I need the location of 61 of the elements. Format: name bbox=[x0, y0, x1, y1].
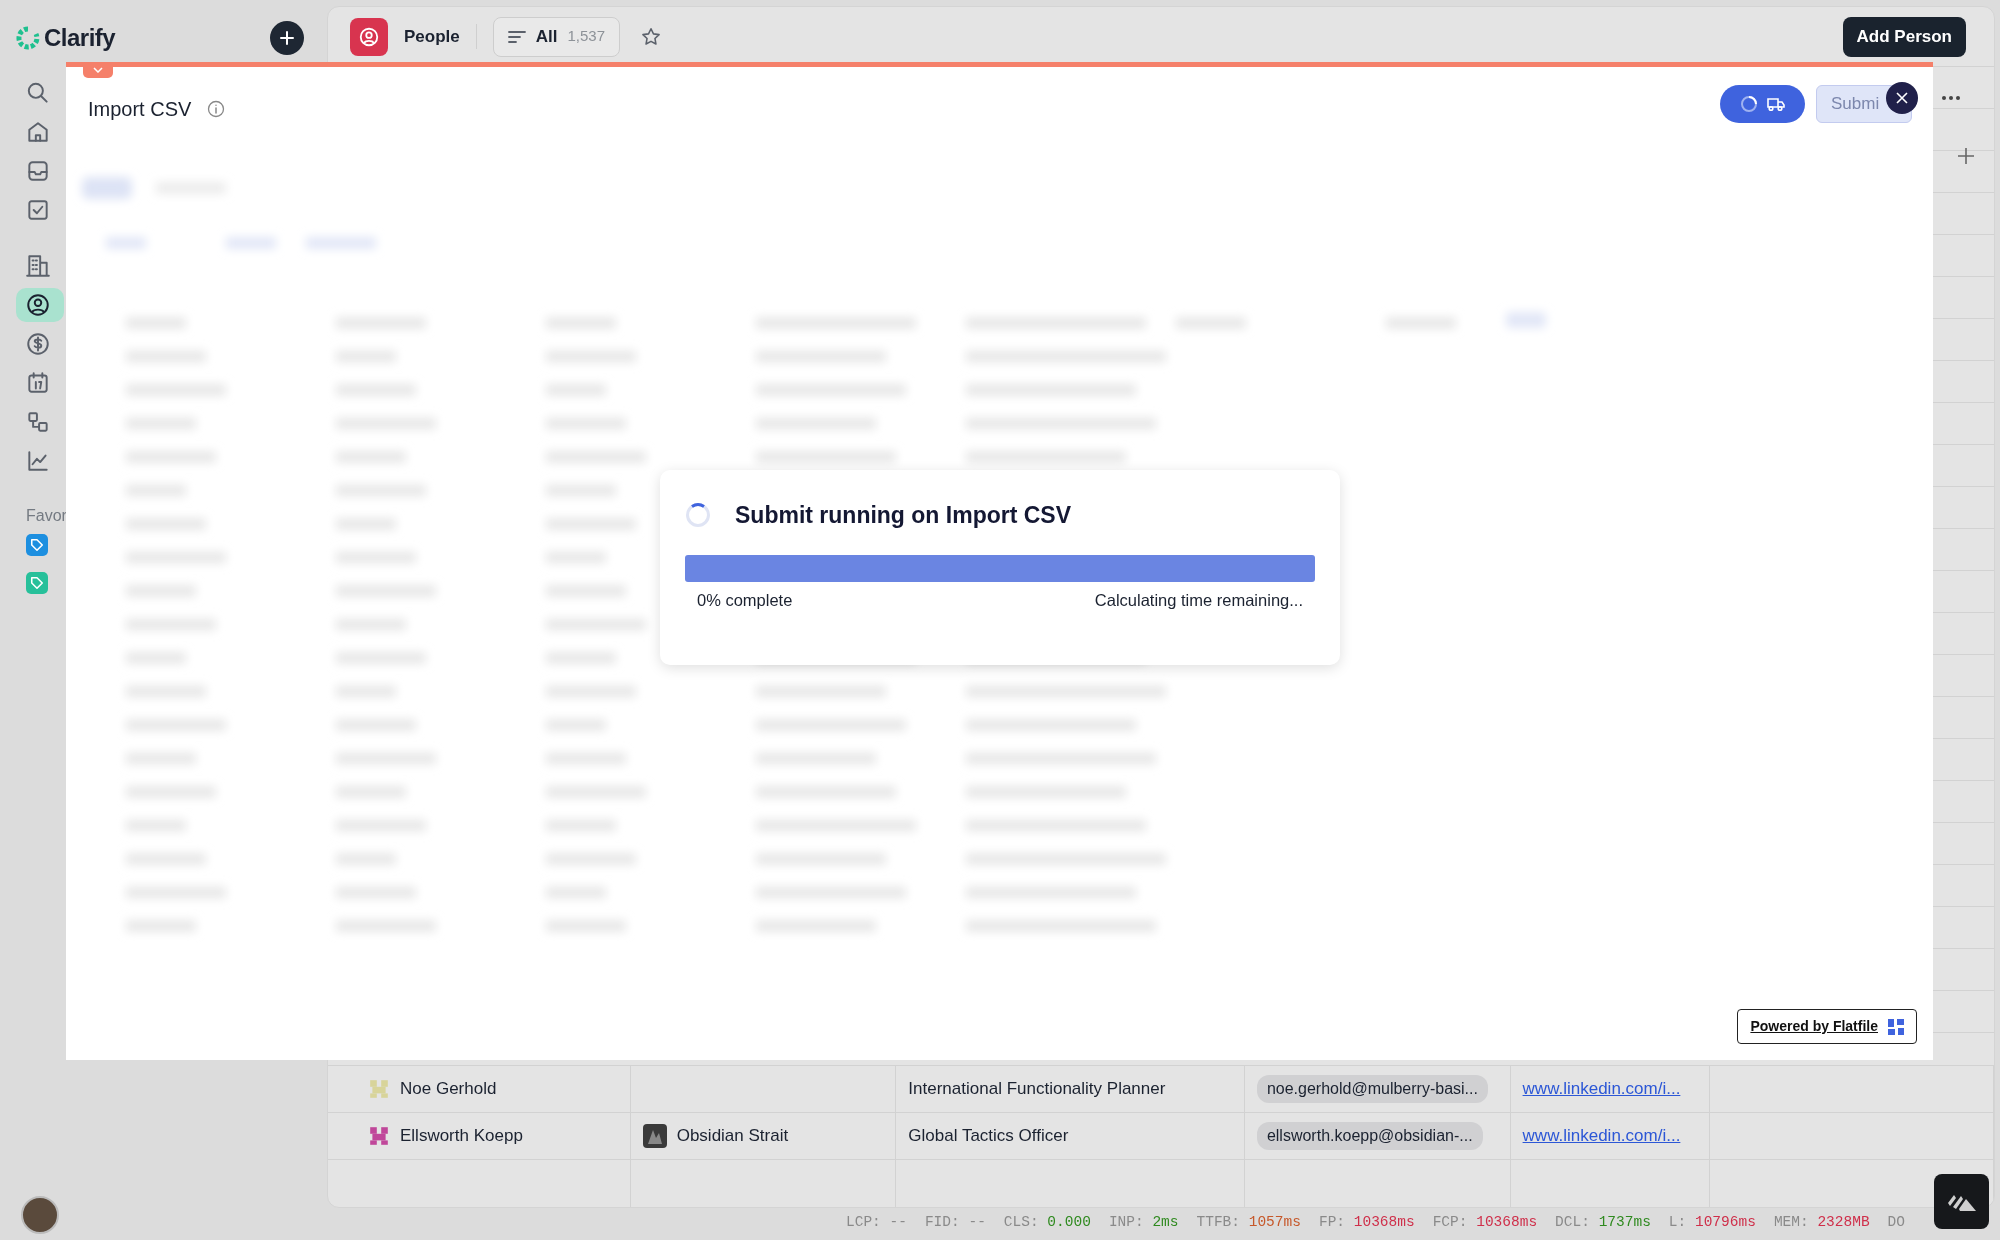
company-logo-icon bbox=[642, 1124, 667, 1148]
person-name[interactable]: Noe Gerhold bbox=[400, 1076, 497, 1102]
filter-lines-icon bbox=[507, 29, 526, 44]
sidebar-item[interactable] bbox=[16, 288, 64, 322]
tag-icon[interactable] bbox=[26, 534, 48, 556]
metric-text: FCP: 10368ms bbox=[1432, 1213, 1538, 1232]
table-cell-text: Global Tactics Officer bbox=[908, 1125, 1069, 1148]
home-icon bbox=[25, 119, 51, 145]
metric-text: L: 10796ms bbox=[1668, 1213, 1756, 1232]
table-cell-text: International Functionality Planner bbox=[908, 1078, 1166, 1101]
inbox-icon bbox=[25, 158, 51, 184]
running-button[interactable] bbox=[1720, 85, 1805, 123]
powered-by-link[interactable]: Powered by Flatfile bbox=[1737, 1009, 1917, 1044]
more-icon bbox=[1942, 96, 1960, 100]
spinner-icon bbox=[1739, 95, 1758, 113]
plus-icon bbox=[279, 30, 295, 46]
plus-icon bbox=[1957, 147, 1975, 165]
close-button[interactable] bbox=[1886, 82, 1918, 114]
view-selector[interactable]: All 1,537 bbox=[492, 16, 621, 57]
dialog-title: Import CSV bbox=[88, 97, 192, 122]
avatar-icon[interactable] bbox=[21, 1196, 59, 1234]
metric-text: DO bbox=[1887, 1213, 1905, 1232]
caret-icon bbox=[93, 67, 103, 73]
new-button[interactable] bbox=[270, 21, 304, 55]
person-name[interactable]: Ellsworth Koepp bbox=[400, 1123, 523, 1149]
progress-percent: 0% complete bbox=[697, 589, 793, 611]
spinner-icon bbox=[685, 502, 711, 529]
person-icon bbox=[25, 292, 51, 318]
building-icon bbox=[25, 253, 51, 279]
flatfile-logo-icon bbox=[1888, 1018, 1904, 1035]
time-remaining-text: Calculating time remaining... bbox=[1094, 589, 1303, 611]
info-icon bbox=[207, 100, 226, 118]
email-chip[interactable]: ellsworth.koepp@obsidian-... bbox=[1256, 1122, 1483, 1150]
section-label: Favor bbox=[26, 506, 67, 526]
email-chip[interactable]: noe.gerhold@mulberry-basi... bbox=[1256, 1075, 1488, 1103]
calendar-icon bbox=[25, 370, 51, 396]
metric-text: FID: -- bbox=[924, 1213, 986, 1232]
truck-icon bbox=[1765, 96, 1786, 112]
people-object-icon bbox=[350, 17, 388, 56]
metric-text: FP: 10368ms bbox=[1318, 1213, 1415, 1232]
logo-icon bbox=[16, 26, 40, 50]
linkedin-link[interactable]: www.linkedin.com/i... bbox=[1522, 1123, 1681, 1149]
linkedin-link[interactable]: www.linkedin.com/i... bbox=[1522, 1076, 1681, 1102]
metric-text: LCP: -- bbox=[846, 1213, 907, 1232]
company-name[interactable]: Obsidian Strait bbox=[676, 1123, 789, 1149]
add-person-button[interactable]: Add Person bbox=[1842, 16, 1966, 57]
search-icon bbox=[25, 80, 51, 106]
dollar-icon bbox=[25, 331, 51, 357]
progress-title: Submit running on Import CSV bbox=[735, 501, 1072, 530]
object-title: People bbox=[404, 23, 477, 50]
checkbox-icon bbox=[25, 197, 51, 223]
metric-text: INP: 2ms bbox=[1108, 1213, 1179, 1232]
metric-text: TTFB: 1057ms bbox=[1196, 1213, 1301, 1232]
workflow-icon bbox=[25, 409, 51, 435]
metric-text: DCL: 1737ms bbox=[1555, 1213, 1651, 1232]
close-icon bbox=[1896, 92, 1908, 104]
metric-text: CLS: 0.000 bbox=[1003, 1213, 1091, 1232]
devtools-button[interactable] bbox=[1934, 1174, 1989, 1229]
chart-icon bbox=[25, 448, 51, 474]
logo-text: Clarify bbox=[44, 23, 116, 53]
metric-text: MEM: 2328MB bbox=[1773, 1213, 1870, 1232]
